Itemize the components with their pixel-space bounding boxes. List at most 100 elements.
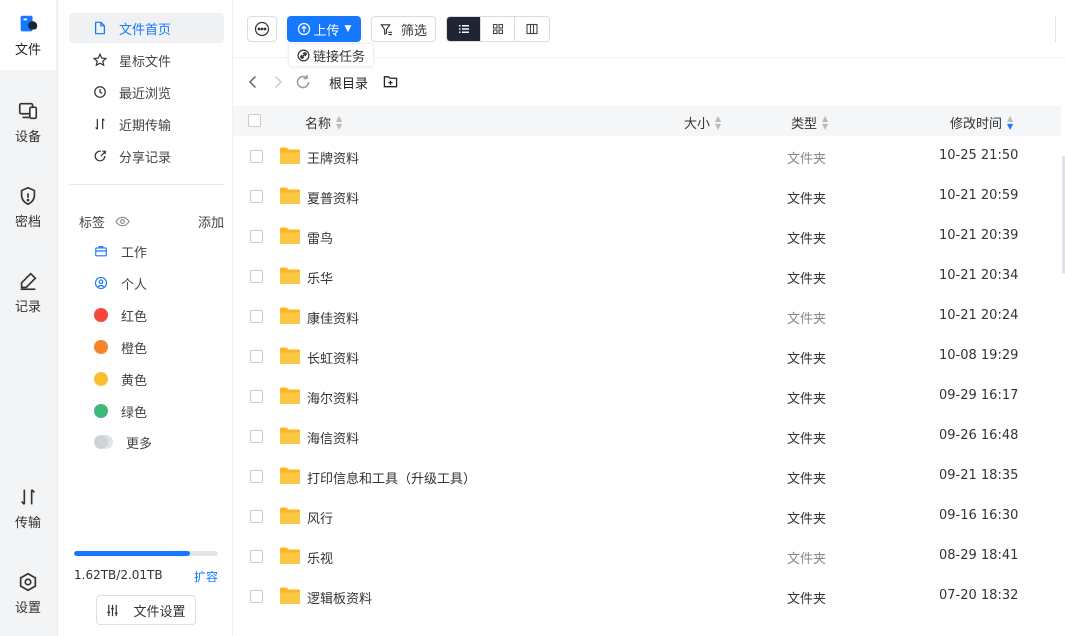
tag-label: 绿色 <box>121 405 148 421</box>
file-type: 文件夹 <box>787 192 827 207</box>
nav-item-shares[interactable]: 分享记录 <box>69 141 224 171</box>
row-checkbox[interactable] <box>250 510 263 523</box>
file-name[interactable]: 雷鸟 <box>307 228 333 247</box>
caret-down-icon: ▼ <box>344 24 352 34</box>
rail-item-settings[interactable]: 设置 <box>0 558 56 628</box>
file-name[interactable]: 逻辑板资料 <box>307 588 372 607</box>
list-view-button[interactable] <box>447 17 481 41</box>
column-header-modified[interactable]: 修改时间 ▲ ▼ <box>950 113 1013 132</box>
storage-progress-fill <box>74 551 191 556</box>
nav-item-transfers[interactable]: 近期传输 <box>69 109 224 139</box>
filter-button[interactable]: 筛选 <box>371 16 436 42</box>
nav-item-recent[interactable]: 最近浏览 <box>69 77 224 107</box>
rail-label-settings: 设置 <box>14 600 41 616</box>
table-row[interactable]: 打印信息和工具（升级工具） 文件夹 09-21 18:35 <box>233 456 1061 496</box>
row-checkbox[interactable] <box>250 310 263 323</box>
row-checkbox[interactable] <box>250 590 263 603</box>
file-name[interactable]: 海尔资料 <box>307 388 359 407</box>
row-checkbox[interactable] <box>250 190 263 203</box>
row-checkbox[interactable] <box>250 550 263 563</box>
expand-storage-link[interactable]: 扩容 <box>194 568 218 585</box>
eye-icon[interactable] <box>115 214 130 229</box>
file-name[interactable]: 乐视 <box>307 548 333 567</box>
tag-color-dot <box>94 372 108 386</box>
table-row[interactable]: 乐华 文件夹 10-21 20:34 <box>233 256 1061 296</box>
sort-icon: ▲ ▼ <box>336 113 343 131</box>
file-settings-button[interactable]: 文件设置 <box>96 595 196 625</box>
row-checkbox[interactable] <box>250 230 263 243</box>
folder-icon <box>280 187 300 204</box>
rail-item-devices[interactable]: 设备 <box>0 87 56 157</box>
row-checkbox[interactable] <box>250 350 263 363</box>
file-name[interactable]: 海信资料 <box>307 428 359 447</box>
upload-button[interactable]: 上传 ▼ <box>287 16 361 42</box>
refresh-icon[interactable] <box>295 74 311 90</box>
nav-label: 分享记录 <box>119 150 172 166</box>
rail-item-files[interactable]: 文件 <box>0 0 56 70</box>
tag-item-work[interactable]: 工作 <box>94 239 147 263</box>
file-type: 文件夹 <box>787 432 827 447</box>
file-name[interactable]: 风行 <box>307 508 333 527</box>
grid-view-button[interactable] <box>481 17 515 41</box>
forward-arrow-icon[interactable] <box>270 74 286 90</box>
table-row[interactable]: 长虹资料 文件夹 10-08 19:29 <box>233 336 1061 376</box>
transfer-icon <box>20 488 36 505</box>
row-checkbox[interactable] <box>250 150 263 163</box>
new-folder-icon[interactable] <box>383 74 398 89</box>
column-header-size[interactable]: 大小 ▲ ▼ <box>684 113 721 132</box>
add-tag-button[interactable]: 添加 <box>198 212 224 231</box>
file-name[interactable]: 王牌资料 <box>307 148 359 167</box>
tag-item-orange[interactable]: 橙色 <box>94 335 147 359</box>
toolbar: 上传 ▼ 链接任务 筛选 <box>233 0 1065 67</box>
file-name[interactable]: 长虹资料 <box>307 348 359 367</box>
sidebar-divider <box>69 184 224 185</box>
tag-item-yellow[interactable]: 黄色 <box>94 367 147 391</box>
table-row[interactable]: 雷鸟 文件夹 10-21 20:39 <box>233 216 1061 256</box>
app-window: 文件 设备 密档 记录 传输 设置 文件首页 星标文件 最近浏览 近期传输 分享… <box>0 0 1065 636</box>
table-row[interactable]: 风行 文件夹 09-16 16:30 <box>233 496 1061 536</box>
column-header-name[interactable]: 名称 ▲ ▼ <box>305 113 342 132</box>
more-button[interactable] <box>247 16 277 42</box>
filter-label: 筛选 <box>400 23 427 39</box>
history-icon <box>94 86 106 98</box>
row-checkbox[interactable] <box>250 270 263 283</box>
file-name[interactable]: 打印信息和工具（升级工具） <box>307 468 476 487</box>
table-row[interactable]: 逻辑板资料 文件夹 07-20 18:32 <box>233 576 1061 616</box>
back-arrow-icon[interactable] <box>245 74 261 90</box>
rail-item-vault[interactable]: 密档 <box>0 172 56 242</box>
tag-item-green[interactable]: 绿色 <box>94 399 147 423</box>
table-row[interactable]: 夏普资料 文件夹 10-21 20:59 <box>233 176 1061 216</box>
tag-color-dot <box>94 308 108 322</box>
nav-item-starred[interactable]: 星标文件 <box>69 45 224 75</box>
tag-item-more[interactable]: 更多 <box>94 430 152 454</box>
file-name[interactable]: 康佳资料 <box>307 308 359 327</box>
column-header-type[interactable]: 类型 ▲ ▼ <box>791 113 828 132</box>
nav-item-home[interactable]: 文件首页 <box>69 13 224 43</box>
folder-icon <box>280 147 300 164</box>
file-modified-time: 08-29 18:41 <box>939 548 1019 563</box>
tag-item-red[interactable]: 红色 <box>94 303 147 327</box>
table-row[interactable]: 海信资料 文件夹 09-26 16:48 <box>233 416 1061 456</box>
file-modified-time: 09-26 16:48 <box>939 428 1019 443</box>
breadcrumb: 根目录 <box>233 68 1065 96</box>
tag-item-personal[interactable]: 个人 <box>94 271 147 295</box>
column-view-icon <box>526 23 538 35</box>
breadcrumb-root[interactable]: 根目录 <box>329 73 368 92</box>
table-row[interactable]: 乐视 文件夹 08-29 18:41 <box>233 536 1061 576</box>
table-row[interactable]: 王牌资料 文件夹 10-25 21:50 <box>233 136 1061 176</box>
table-row[interactable]: 康佳资料 文件夹 10-21 20:24 <box>233 296 1061 336</box>
row-checkbox[interactable] <box>250 390 263 403</box>
link-task-label: 链接任务 <box>313 49 366 65</box>
file-type: 文件夹 <box>787 312 827 327</box>
table-row[interactable]: 海尔资料 文件夹 09-29 16:17 <box>233 376 1061 416</box>
file-modified-time: 10-25 21:50 <box>939 148 1019 163</box>
link-task-menu-item[interactable]: 链接任务 <box>288 43 375 67</box>
rail-item-records[interactable]: 记录 <box>0 257 56 327</box>
file-name[interactable]: 夏普资料 <box>307 188 359 207</box>
file-name[interactable]: 乐华 <box>307 268 333 287</box>
rail-item-transfer[interactable]: 传输 <box>0 473 56 543</box>
row-checkbox[interactable] <box>250 470 263 483</box>
column-view-button[interactable] <box>515 17 549 41</box>
row-checkbox[interactable] <box>250 430 263 443</box>
select-all-checkbox[interactable] <box>248 114 261 127</box>
